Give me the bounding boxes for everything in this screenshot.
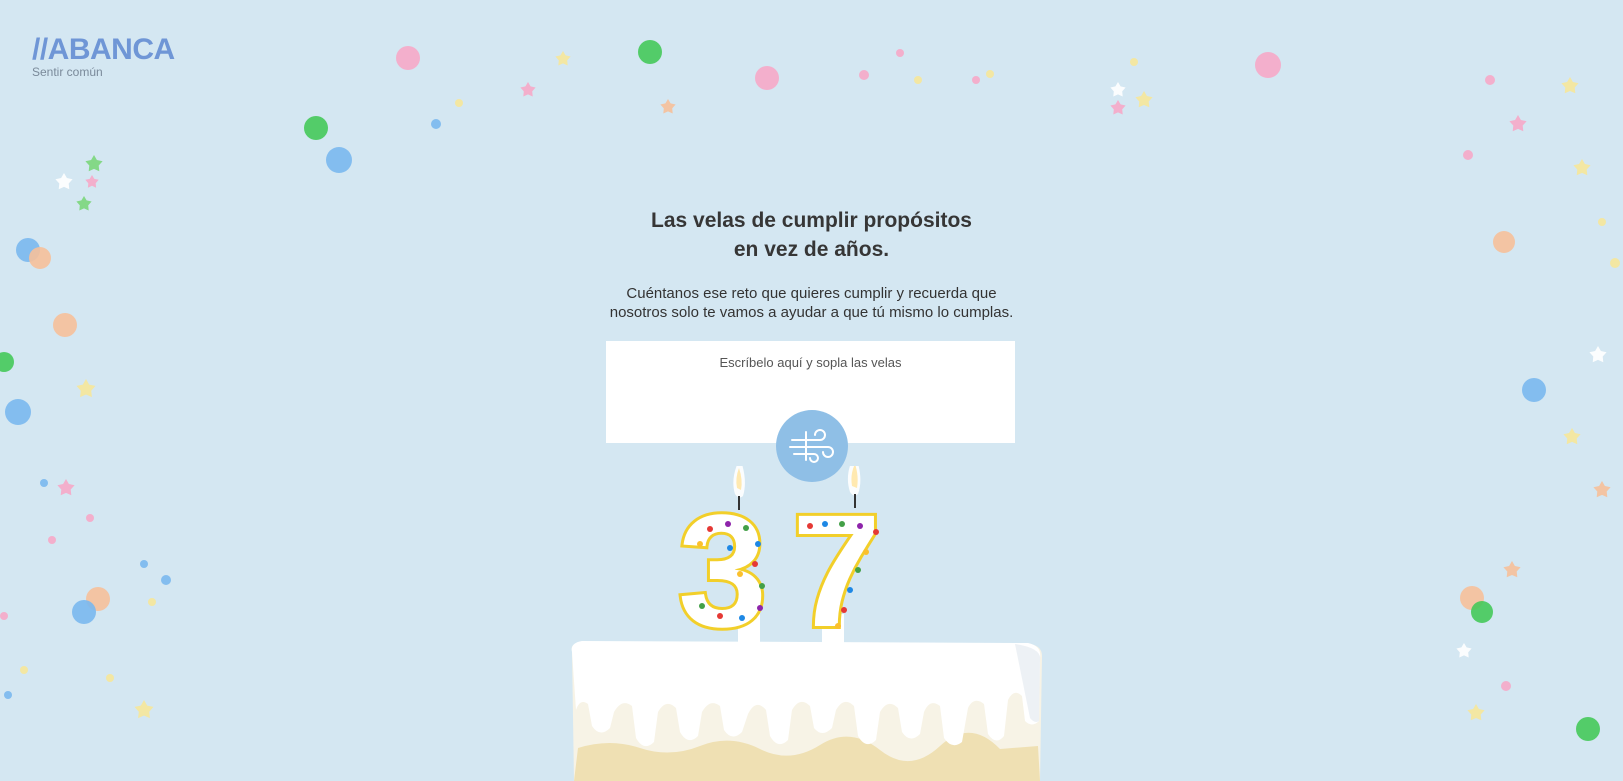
confetti-piece — [972, 76, 980, 84]
confetti-piece — [1456, 643, 1472, 658]
hero-section: Las velas de cumplir propósitos en vez d… — [0, 206, 1623, 322]
confetti-piece — [20, 666, 28, 674]
confetti-piece — [140, 560, 148, 568]
confetti-piece — [914, 76, 922, 84]
confetti-piece — [148, 598, 156, 606]
confetti-piece — [85, 155, 103, 172]
logo-wordmark: //ABANCA — [32, 33, 175, 66]
confetti-piece — [48, 536, 56, 544]
confetti-piece — [755, 66, 779, 90]
confetti-piece — [1503, 561, 1521, 578]
confetti-piece — [4, 691, 12, 699]
confetti-piece — [1522, 378, 1546, 402]
confetti-piece — [1576, 717, 1600, 741]
confetti-piece — [638, 40, 662, 64]
confetti-piece — [896, 49, 904, 57]
confetti-piece — [1573, 159, 1591, 176]
confetti-piece — [1130, 58, 1138, 66]
confetti-piece — [86, 587, 110, 611]
confetti-piece — [0, 352, 14, 372]
confetti-piece — [106, 674, 114, 682]
confetti-piece — [76, 379, 96, 398]
candle-digit-3: 3 — [678, 481, 767, 660]
candle-digit-7: 7 — [792, 481, 881, 660]
confetti-piece — [0, 612, 8, 620]
confetti-piece — [5, 399, 31, 425]
confetti-piece — [859, 70, 869, 80]
confetti-piece — [455, 99, 463, 107]
confetti-piece — [134, 700, 154, 719]
confetti-piece — [1255, 52, 1281, 78]
title-line-1: Las velas de cumplir propósitos — [651, 209, 972, 232]
confetti-piece — [520, 82, 536, 97]
confetti-piece — [1463, 150, 1473, 160]
confetti-piece — [326, 147, 352, 173]
confetti-piece — [1509, 115, 1527, 132]
page-subtitle: Cuéntanos ese reto que quieres cumplir y… — [0, 284, 1623, 322]
confetti-piece — [1135, 91, 1153, 108]
confetti-piece — [1110, 82, 1126, 97]
confetti-piece — [986, 70, 994, 78]
page-title: Las velas de cumplir propósitos en vez d… — [0, 206, 1623, 264]
confetti-piece — [396, 46, 420, 70]
confetti-piece — [55, 173, 73, 190]
birthday-cake: 3 7 — [571, 466, 1042, 781]
confetti-piece — [304, 116, 328, 140]
confetti-piece — [86, 514, 94, 522]
logo-tagline: Sentir común — [32, 65, 103, 79]
confetti-piece — [555, 51, 571, 66]
confetti-piece — [161, 575, 171, 585]
confetti-piece — [1471, 601, 1493, 623]
confetti-piece — [1561, 77, 1579, 94]
confetti-piece — [1460, 586, 1484, 610]
confetti-piece — [40, 479, 48, 487]
confetti-piece — [1467, 704, 1485, 721]
confetti-piece — [57, 479, 75, 496]
title-line-2: en vez de años. — [733, 238, 890, 261]
confetti-piece — [660, 99, 676, 114]
confetti-piece — [431, 119, 441, 129]
confetti-piece — [1501, 681, 1511, 691]
subtitle-line-2: nosotros solo te vamos a ayudar a que tú… — [609, 304, 1014, 321]
confetti-piece — [1589, 346, 1607, 363]
confetti-piece — [1563, 428, 1581, 445]
abanca-logo[interactable]: //ABANCA Sentir común — [32, 33, 175, 80]
subtitle-line-1: Cuéntanos ese reto que quieres cumplir y… — [626, 285, 997, 302]
confetti-piece — [1110, 100, 1126, 115]
confetti-piece — [72, 600, 96, 624]
confetti-piece — [1593, 481, 1611, 498]
confetti-piece — [1485, 75, 1495, 85]
confetti-piece — [85, 175, 99, 188]
